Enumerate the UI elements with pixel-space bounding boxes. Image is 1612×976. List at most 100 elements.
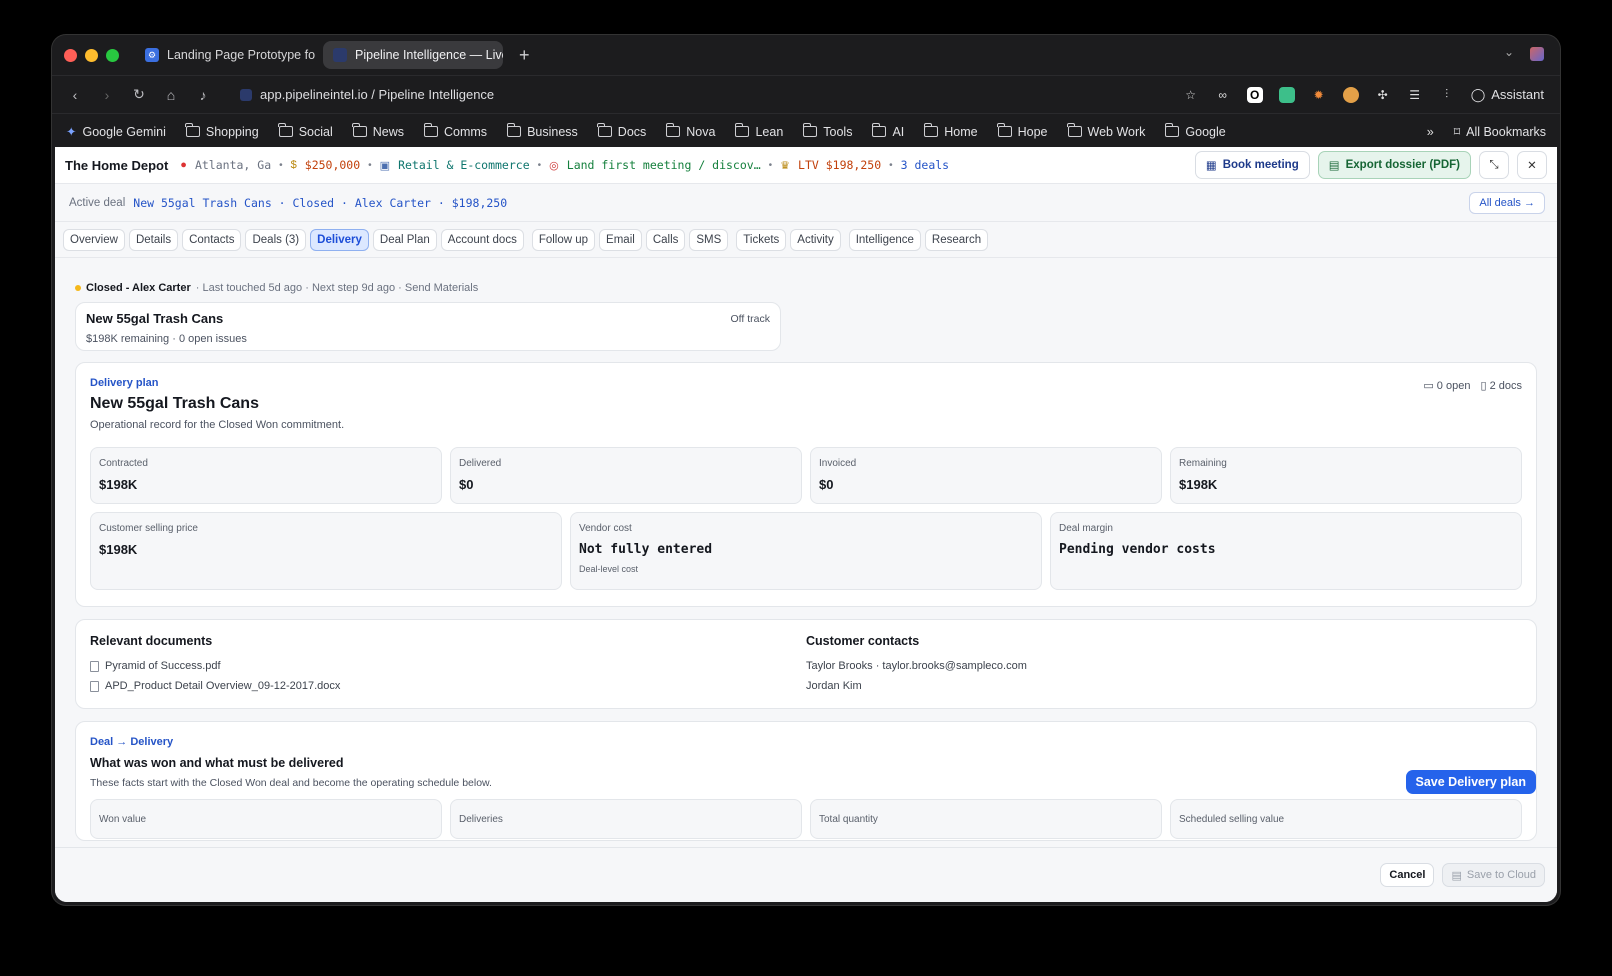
tab-activity[interactable]: Activity (790, 228, 841, 251)
all-deals-button[interactable]: All deals → (1469, 192, 1545, 214)
app-page: The Home Depot ● Atlanta, Ga • $ $250,00… (55, 147, 1557, 902)
documents-contacts-card: Relevant documents Pyramid of Success.pd… (75, 619, 1537, 709)
stat-value: $198K (1179, 477, 1218, 492)
tab-contacts[interactable]: Contacts (182, 228, 242, 251)
bookmark-item[interactable]: ✦ Google Gemini (66, 124, 166, 140)
bookmark-item[interactable]: Web Work (1067, 123, 1145, 139)
extension-icon[interactable] (1278, 86, 1295, 103)
forward-icon[interactable]: › (100, 87, 114, 103)
bookmark-item[interactable]: Docs (597, 123, 646, 139)
close-icon[interactable]: ✕ (1517, 151, 1547, 179)
tab-account-docs[interactable]: Account docs (440, 228, 524, 251)
extension-icon[interactable]: O (1246, 86, 1263, 103)
stat-label: Total quantity (819, 814, 878, 825)
tab-sms[interactable]: SMS (689, 228, 729, 251)
bookmark-item[interactable]: Comms (423, 123, 487, 139)
gear-favicon-icon: ⚙ (145, 48, 159, 62)
save-to-cloud-label: Save to Cloud (1466, 869, 1536, 881)
book-meeting-button[interactable]: ▦ Book meeting (1194, 151, 1310, 179)
assistant-button[interactable]: ◯ Assistant (1471, 87, 1544, 103)
ltv: LTV $198,250 (798, 158, 882, 172)
bookmark-item[interactable]: AI (871, 123, 904, 139)
minimize-window-icon[interactable] (85, 48, 98, 62)
zoom-window-icon[interactable] (106, 48, 119, 62)
account-header: The Home Depot ● Atlanta, Ga • $ $250,00… (55, 147, 1557, 184)
doc-count[interactable]: ▯ 2 docs (1480, 379, 1522, 392)
puzzle-icon[interactable]: ✣ (1375, 87, 1391, 103)
tab-delivery[interactable]: Delivery (310, 228, 369, 251)
bookmark-item[interactable]: Hope (997, 123, 1048, 139)
address-bar[interactable]: app.pipelineintel.io / Pipeline Intellig… (240, 87, 1165, 102)
bookmark-item[interactable]: Google (1164, 123, 1226, 139)
close-window-icon[interactable] (64, 48, 77, 62)
document-item[interactable]: Pyramid of Success.pdf (90, 660, 806, 672)
document-item[interactable]: APD_Product Detail Overview_09-12-2017.d… (90, 680, 806, 692)
cancel-button[interactable]: Cancel (1380, 863, 1435, 887)
bookmark-item[interactable]: Business (506, 123, 578, 139)
bookmark-item[interactable]: Tools (802, 123, 852, 139)
stat-value: Not fully entered (579, 542, 713, 557)
back-icon[interactable]: ‹ (68, 87, 82, 103)
pin-icon: ● (180, 159, 187, 171)
separator: • (537, 159, 542, 171)
ticket-count[interactable]: ▭ 0 open (1423, 379, 1470, 392)
next-goal: Land first meeting / discov… (566, 158, 761, 172)
reload-icon[interactable]: ↻ (132, 86, 146, 103)
stat-deliveries: Deliveries (450, 799, 802, 839)
all-bookmarks[interactable]: ⌑ All Bookmarks (1454, 124, 1546, 140)
bookmark-label: Hope (1017, 124, 1048, 139)
more-bookmarks-icon[interactable]: » (1427, 125, 1434, 139)
avatar-icon[interactable] (1342, 86, 1359, 103)
contact-item[interactable]: Jordan Kim (806, 680, 1522, 692)
save-delivery-plan-button[interactable]: Save Delivery plan (1405, 770, 1536, 794)
menu-icon[interactable]: ☰ (1407, 87, 1423, 103)
bookmark-item[interactable]: Social (278, 123, 333, 139)
tab-research[interactable]: Research (924, 228, 989, 251)
tab-deal-plan[interactable]: Deal Plan (372, 228, 437, 251)
stat-label: Customer selling price (99, 523, 198, 534)
tab-deals-3[interactable]: Deals (3) (245, 228, 307, 251)
browser-tab-1[interactable]: ⚙ Landing Page Prototype for f (135, 41, 315, 69)
bookmark-item[interactable]: Lean (734, 123, 783, 139)
url-text: app.pipelineintel.io / Pipeline Intellig… (260, 87, 495, 102)
folder-icon (665, 123, 681, 137)
bookmark-item[interactable]: Shopping (185, 123, 259, 139)
folder-icon (997, 123, 1012, 137)
tab-calls[interactable]: Calls (645, 228, 686, 251)
contacts-title: Customer contacts (806, 634, 920, 648)
folder-icon (802, 123, 818, 137)
tab-email[interactable]: Email (599, 228, 642, 251)
sparkle-icon[interactable]: ✹ (1311, 87, 1327, 103)
deals-count[interactable]: 3 deals (901, 158, 949, 172)
export-dossier-button[interactable]: ▤ Export dossier (PDF) (1317, 151, 1471, 179)
home-icon[interactable]: ⌂ (164, 87, 178, 103)
plan-meta: ▭ 0 open ▯ 2 docs (1423, 379, 1522, 392)
chevron-down-icon[interactable]: ⌄ (1504, 45, 1514, 59)
star-icon[interactable]: ☆ (1183, 87, 1199, 103)
bookmark-item[interactable]: Nova (665, 123, 715, 139)
tab-details[interactable]: Details (128, 228, 179, 251)
tab-intelligence[interactable]: Intelligence (848, 228, 921, 251)
tab-overview[interactable]: Overview (63, 228, 125, 251)
bookmark-item[interactable]: Home (923, 123, 978, 139)
extension-icon[interactable] (1530, 47, 1544, 61)
delivery-plan-title: New 55gal Trash Cans (90, 395, 259, 412)
book-meeting-label: Book meeting (1222, 159, 1299, 171)
tab-tickets[interactable]: Tickets (736, 228, 787, 251)
stat-total-quantity: Total quantity (810, 799, 1162, 839)
save-to-cloud-button[interactable]: ▤ Save to Cloud (1442, 863, 1545, 887)
audio-icon[interactable]: ⫶ (1439, 87, 1455, 103)
collapse-icon[interactable]: ⤡ (1479, 151, 1509, 179)
contact-item[interactable]: Taylor Brooks · taylor.brooks@sampleco.c… (806, 660, 1522, 672)
track-status: Off track (730, 313, 770, 325)
stat-value: $198K (99, 477, 138, 492)
microphone-icon[interactable]: ♪ (196, 87, 210, 103)
new-tab-icon[interactable]: + (519, 45, 530, 66)
tab-follow-up[interactable]: Follow up (531, 228, 596, 251)
stat-label: Deal margin (1059, 523, 1113, 534)
deal-summary-card[interactable]: New 55gal Trash Cans $198K remaining · 0… (75, 302, 781, 351)
bookmark-item[interactable]: News (352, 123, 404, 139)
browser-tab-2[interactable]: Pipeline Intelligence — Live A (323, 41, 503, 69)
link-icon[interactable]: ∞ (1215, 87, 1231, 103)
active-deal-value[interactable]: New 55gal Trash Cans · Closed · Alex Car… (133, 196, 507, 210)
